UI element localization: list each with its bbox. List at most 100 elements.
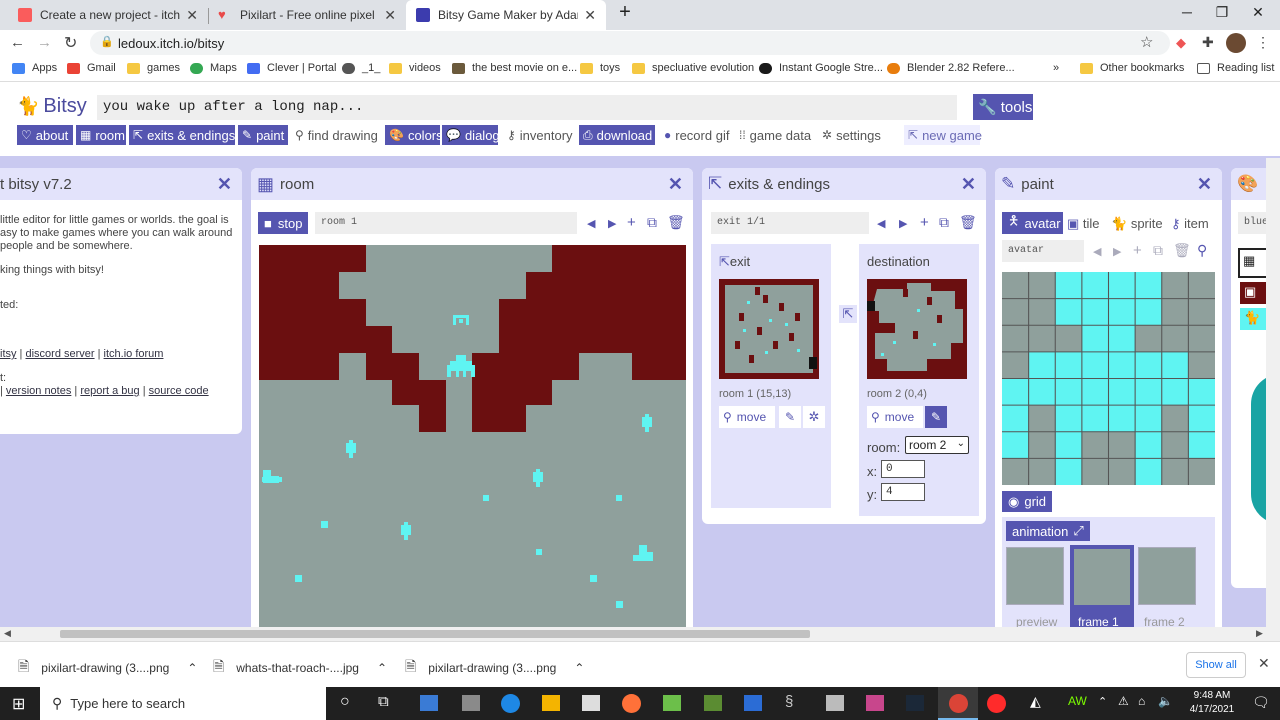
chrome-taskbar-button[interactable] (938, 687, 978, 720)
app-icon[interactable] (826, 695, 844, 711)
app-icon[interactable] (866, 695, 884, 711)
back-icon[interactable]: ← (10, 34, 25, 51)
nav-record-gif[interactable]: ● record gif (660, 125, 734, 145)
y-input[interactable]: 4 (881, 483, 925, 501)
nav-game-data[interactable]: ⁞⁞ game data (735, 125, 815, 145)
windows-start-icon[interactable]: ⊞ (12, 694, 25, 714)
notifications-icon[interactable]: 🗨 (1252, 694, 1270, 711)
other-bookmarks[interactable]: Other bookmarks (1080, 62, 1184, 74)
discord-link[interactable]: discord server (25, 348, 94, 360)
report-bug-link[interactable]: report a bug (80, 385, 139, 397)
bookmarks-more-button[interactable]: » (1053, 62, 1059, 74)
duplicate-icon[interactable]: ⧉ (1153, 242, 1163, 259)
menu-icon[interactable]: ⋮ (1256, 34, 1270, 51)
nav-exits-endings[interactable]: ⇱ exits & endings (129, 125, 235, 145)
browser-tab-itchio[interactable]: Create a new project - itch.io ✕ (8, 0, 208, 30)
paint-tab-item[interactable]: ⚷ item (1171, 216, 1209, 232)
edit-destination-icon[interactable]: ✎ (925, 406, 947, 428)
bookmark-gmail[interactable]: Gmail (67, 62, 116, 74)
url-input[interactable]: 🔒 ledoux.itch.io/bitsy ☆ (90, 31, 1170, 55)
nav-dialog[interactable]: 💬 dialog (442, 125, 500, 145)
close-window-icon[interactable]: ✕ (1243, 4, 1273, 21)
taskbar-clock[interactable]: 9:48 AM 4/17/2021 (1184, 689, 1240, 717)
cortana-icon[interactable]: ○ (340, 693, 350, 711)
chevron-up-icon[interactable]: ⌃ (574, 661, 584, 675)
scroll-thumb[interactable] (60, 630, 810, 638)
search-icon[interactable]: ⚲ (1197, 242, 1207, 259)
nav-new-game[interactable]: ⇱ new game (904, 125, 982, 145)
horizontal-scrollbar[interactable]: ◀ ▶ (0, 627, 1280, 641)
paint-tab-tile[interactable]: ▣ tile (1067, 216, 1100, 232)
exit-room-thumbnail[interactable] (719, 279, 819, 379)
close-tab-icon[interactable]: ✕ (186, 7, 198, 24)
firefox-icon[interactable] (622, 694, 641, 713)
extension-icon[interactable]: ◆ (1176, 35, 1186, 51)
version-notes-link[interactable]: version notes (6, 385, 71, 397)
app-icon[interactable] (420, 695, 438, 711)
scroll-left-icon[interactable]: ◀ (4, 628, 11, 639)
maximize-icon[interactable]: ❐ (1207, 4, 1237, 21)
edge-icon[interactable] (501, 694, 520, 713)
nav-about[interactable]: ♡ about (17, 125, 73, 145)
bookmark-games[interactable]: games (127, 62, 180, 74)
effect-icon[interactable]: ✲ (803, 406, 825, 428)
vertical-scrollbar[interactable] (1266, 158, 1280, 627)
swap-direction-icon[interactable]: ⇱ (839, 305, 857, 323)
add-exit-icon[interactable]: + (920, 214, 929, 231)
bookmark-evolution[interactable]: specluative evolution (632, 62, 754, 74)
steam-icon[interactable] (906, 695, 924, 711)
exit-name-input[interactable]: exit 1/1 (711, 212, 869, 234)
prev-drawing-icon[interactable]: ◀ (1093, 245, 1101, 258)
browser-tab-bitsy[interactable]: Bitsy Game Maker by Adam Le D ✕ (406, 0, 606, 30)
trash-icon[interactable]: 🗑 (959, 214, 977, 231)
add-drawing-icon[interactable]: + (1133, 242, 1142, 259)
new-tab-button[interactable]: + (610, 1, 640, 24)
bookmark-toys[interactable]: toys (580, 62, 620, 74)
network-icon[interactable]: ⌂ (1138, 694, 1145, 708)
trash-icon[interactable]: 🗑 (1173, 242, 1191, 259)
edit-exit-icon[interactable]: ✎ (779, 406, 801, 428)
room-name-input[interactable]: room 1 (315, 212, 577, 234)
forward-icon[interactable]: → (37, 34, 52, 51)
game-title-input[interactable]: you wake up after a long nap... (97, 95, 957, 120)
forum-link[interactable]: itch.io forum (104, 348, 164, 360)
store-icon[interactable] (582, 695, 600, 711)
tools-button[interactable]: 🔧 tools (973, 94, 1033, 120)
chevron-up-icon[interactable]: ⌃ (187, 661, 197, 675)
minecraft-icon[interactable] (704, 695, 722, 711)
prev-exit-icon[interactable]: ◀ (877, 217, 885, 230)
app-icon[interactable] (663, 695, 681, 711)
stop-button[interactable]: ■ stop (258, 212, 309, 234)
task-view-icon[interactable]: ⧉ (378, 693, 389, 710)
close-icon[interactable]: ✕ (961, 174, 976, 195)
drawing-name-input[interactable]: avatar (1002, 240, 1084, 262)
nav-inventory[interactable]: ⚷ inventory (503, 125, 577, 145)
bookmark-clever[interactable]: Clever | Portal (247, 62, 337, 74)
next-drawing-icon[interactable]: ▶ (1113, 245, 1121, 258)
duplicate-icon[interactable]: ⧉ (939, 214, 949, 231)
move-exit-button[interactable]: ⚲ move (719, 406, 775, 428)
browser-tab-pixilart[interactable]: ♥ Pixilart - Free online pixel art dra ✕ (208, 0, 406, 30)
source-code-link[interactable]: source code (149, 385, 209, 397)
close-tab-icon[interactable]: ✕ (384, 7, 396, 24)
nav-room[interactable]: ▦ room (76, 125, 126, 145)
app-icon[interactable] (987, 694, 1006, 713)
download-item[interactable]: 🗎 whats-that-roach-....jpg ⌃ (213, 656, 387, 680)
close-tab-icon[interactable]: ✕ (584, 7, 596, 24)
nav-colors[interactable]: 🎨 colors (385, 125, 443, 145)
nav-download[interactable]: ⎙ download (579, 125, 655, 145)
add-room-icon[interactable]: + (627, 214, 636, 231)
mail-icon[interactable] (744, 695, 762, 711)
prev-room-icon[interactable]: ◀ (587, 217, 595, 230)
tray-icon[interactable]: ⚠ (1118, 694, 1129, 708)
move-destination-button[interactable]: ⚲ move (867, 406, 923, 428)
bookmark-maps[interactable]: Maps (190, 62, 237, 74)
bookmark-apps[interactable]: Apps (12, 62, 57, 74)
bookmark-blender[interactable]: Blender 2.82 Refere... (887, 62, 1015, 74)
destination-room-thumbnail[interactable] (867, 279, 967, 379)
room-select[interactable]: room 2 ⌄ (905, 436, 969, 454)
close-downloads-icon[interactable]: ✕ (1258, 655, 1270, 672)
bookmark-1[interactable]: _1_ (342, 62, 380, 74)
next-exit-icon[interactable]: ▶ (899, 217, 907, 230)
app-icon[interactable]: § (785, 693, 793, 710)
